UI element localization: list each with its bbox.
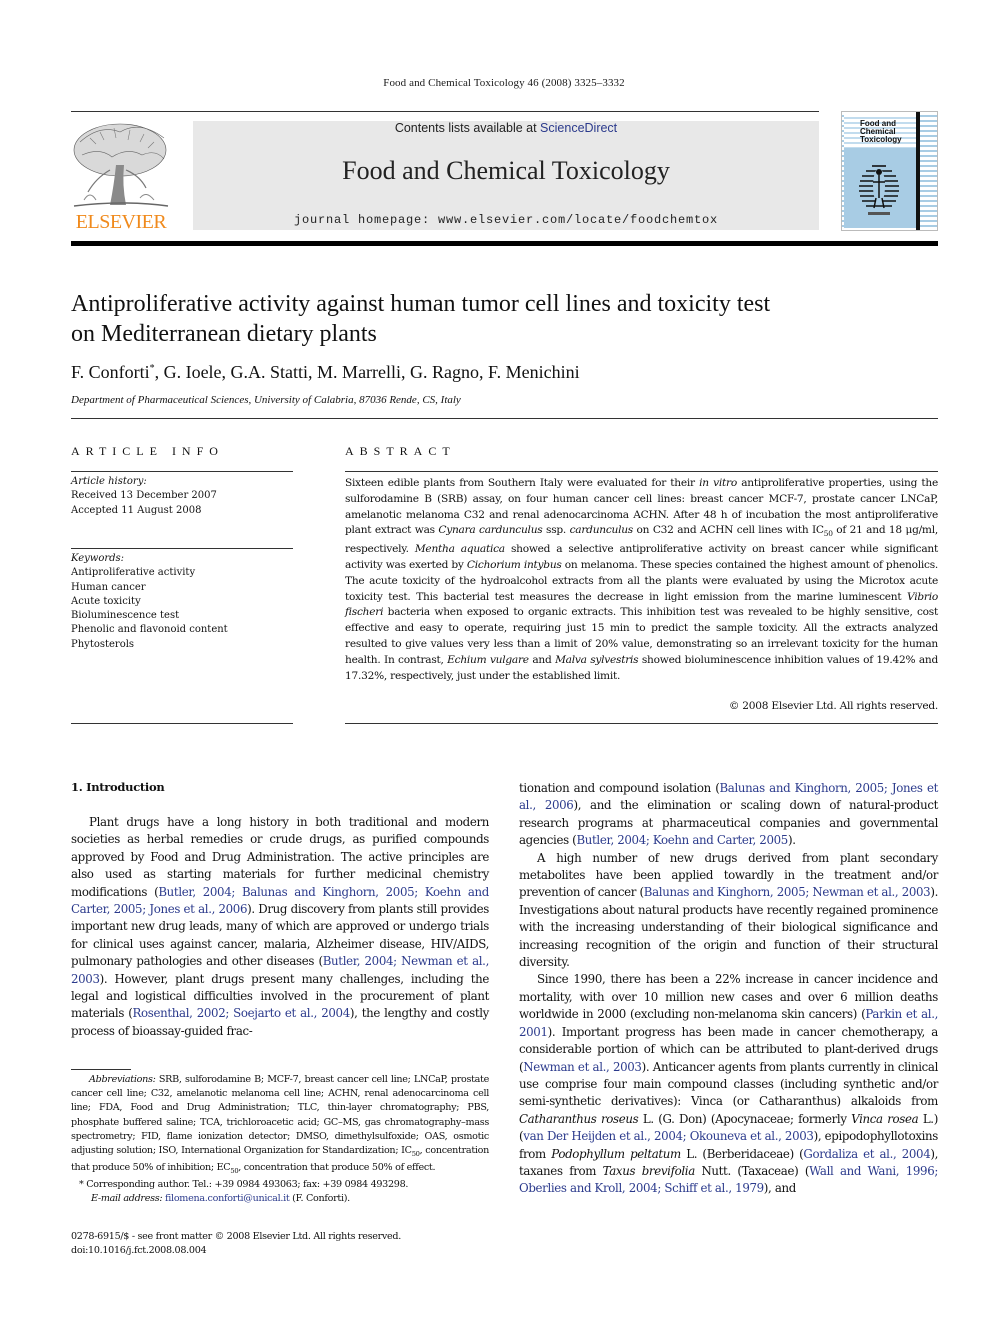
keywords-rule [71, 548, 293, 549]
keyword: Phytosterols [71, 638, 135, 650]
abbreviations-label: Abbreviations: [89, 1074, 156, 1085]
italic-term: Mentha aquatica [414, 543, 505, 556]
abbreviations-footnote: Abbreviations: SRB, sulforodamine B; MCF… [71, 1073, 489, 1178]
text-run: L. (Berberidaceae) ( [680, 1146, 804, 1161]
corresponding-author-footnote: * Corresponding author. Tel.: +39 0984 4… [71, 1178, 489, 1192]
body-paragraph: tionation and compound isolation (Baluna… [519, 780, 938, 850]
footnote-rule [71, 1069, 131, 1070]
article-info-heading: ARTICLE INFO [71, 444, 224, 458]
email-link[interactable]: filomena.conforti@unical.it [165, 1193, 290, 1204]
affiliation: Department of Pharmaceutical Sciences, U… [71, 394, 461, 406]
text-run: ), and [763, 1181, 797, 1196]
citation-link[interactable]: Gordaliza et al., 2004 [803, 1147, 930, 1161]
italic-term: Cichorium intybus [466, 559, 562, 572]
sciencedirect-link[interactable]: ScienceDirect [540, 121, 617, 135]
body-column-left: Plant drugs have a long history in both … [71, 814, 489, 1040]
italic-term: Vinca rosea [851, 1111, 919, 1126]
italic-term: Cynara cardunculus [438, 524, 543, 537]
corresponding-text: Corresponding author. Tel.: +39 0984 493… [83, 1179, 409, 1191]
cover-emblem-icon [859, 165, 899, 215]
article-title: Antiproliferative activity against human… [71, 291, 771, 347]
citation-link[interactable]: Newman et al., 2003 [523, 1060, 642, 1074]
contents-availability-line: Contents lists available at ScienceDirec… [193, 121, 819, 135]
italic-term: Malva sylvestris [555, 653, 639, 666]
text-run: and [528, 653, 556, 666]
text-run: ssp. [542, 524, 570, 537]
elsevier-wordmark: ELSEVIER [75, 211, 167, 233]
citation-link[interactable]: Rosenthal, 2002; Soejarto et al., 2004 [133, 1006, 351, 1020]
citation-link[interactable]: Balunas and Kinghorn, 2005; Newman et al… [644, 885, 931, 899]
keywords-list: Keywords: Antiproliferative activity Hum… [71, 552, 293, 652]
italic-term: cardunculus [569, 524, 634, 537]
text-run: , concentration that produce 50% of effe… [238, 1162, 436, 1174]
author-corresponding[interactable]: F. Conforti [71, 362, 150, 382]
journal-title: Food and Chemical Toxicology [342, 156, 670, 185]
other-authors: , G. Ioele, G.A. Statti, M. Marrelli, G.… [154, 362, 580, 382]
issn-line: 0278-6915/$ - see front matter © 2008 El… [71, 1231, 402, 1242]
keyword: Acute toxicity [71, 595, 141, 607]
body-paragraph: A high number of new drugs derived from … [519, 850, 938, 972]
italic-term: Catharanthus roseus [519, 1111, 639, 1126]
footnotes: Abbreviations: SRB, sulforodamine B; MCF… [71, 1073, 489, 1207]
abstract-copyright: © 2008 Elsevier Ltd. All rights reserved… [728, 700, 938, 712]
email-footnote: E-mail address: filomena.conforti@unical… [71, 1192, 489, 1206]
history-label: Article history: [71, 476, 147, 487]
running-head: Food and Chemical Toxicology 46 (2008) 3… [383, 77, 625, 89]
abstract-rule [345, 471, 938, 472]
abstract-text: Sixteen edible plants from Southern Ital… [345, 476, 938, 684]
article-info-rule [71, 471, 293, 472]
body-column-right: tionation and compound isolation ( Baluna… [519, 780, 938, 1198]
title-rule [71, 418, 938, 419]
author-list: F. Conforti*, G. Ioele, G.A. Statti, M. … [71, 362, 931, 383]
text-run: SRB, sulforodamine B; MCF-7, breast canc… [71, 1074, 489, 1157]
text-run: L. (G. Don) (Apocynaceae; formerly [638, 1111, 852, 1126]
body-paragraph: Since 1990, there has been a 22% increas… [519, 971, 938, 1197]
citation-link[interactable]: van Der Heijden et al., 2004; Okouneva e… [523, 1129, 814, 1143]
email-label: E-mail address: [91, 1193, 163, 1205]
keyword: Phenolic and flavonoid content [71, 624, 228, 636]
text-run: Sixteen edible plants from Southern Ital… [345, 477, 700, 489]
doi[interactable]: doi:10.1016/j.fct.2008.08.004 [71, 1244, 489, 1258]
citation-link[interactable]: Butler, 2004; Koehn and Carter, 2005 [576, 833, 788, 847]
text-run: ). [787, 833, 796, 848]
section-heading-introduction: 1. Introduction [71, 780, 165, 794]
text-run: Nutt. (Taxaceae) ( [694, 1163, 810, 1178]
article-info-bottom-rule [71, 723, 293, 724]
cover-spine-bar [916, 112, 920, 230]
keyword: Bioluminescence test [71, 610, 180, 622]
italic-term: Taxus brevifolia [602, 1163, 696, 1178]
journal-homepage-link[interactable]: journal homepage: www.elsevier.com/locat… [193, 213, 819, 227]
italic-term: in vitro [699, 477, 737, 489]
keyword: Human cancer [71, 581, 146, 593]
subscript: 50 [411, 1149, 420, 1158]
abstract-heading: ABSTRACT [345, 444, 456, 458]
keywords-label: Keywords: [71, 553, 125, 564]
body-paragraph: Plant drugs have a long history in both … [71, 814, 489, 1040]
keyword: Antiproliferative activity [71, 567, 196, 579]
accepted-date: Accepted 11 August 2008 [71, 504, 202, 516]
italic-term: Echium vulgare [447, 653, 529, 666]
masthead-bottom-rule [71, 241, 938, 246]
abstract-bottom-rule [345, 723, 938, 724]
text-run: on C32 and ACHN cell lines with IC [633, 524, 824, 537]
article-history: Article history: Received 13 December 20… [71, 475, 293, 518]
text-run: tionation and compound isolation ( [519, 781, 720, 795]
contents-prefix: Contents lists available at [394, 121, 541, 135]
subscript: 50 [823, 529, 833, 539]
email-suffix: (F. Conforti). [289, 1193, 350, 1205]
masthead-top-rule [71, 111, 819, 112]
abbreviations-text: SRB, sulforodamine B; MCF-7, breast canc… [71, 1074, 489, 1175]
italic-term: Podophyllum peltatum [551, 1146, 681, 1161]
journal-cover-thumbnail: Food and Chemical Toxicology [841, 111, 938, 231]
front-matter: 0278-6915/$ - see front matter © 2008 El… [71, 1230, 489, 1258]
received-date: Received 13 December 2007 [71, 490, 217, 502]
cover-title: Food and Chemical Toxicology [860, 119, 902, 144]
